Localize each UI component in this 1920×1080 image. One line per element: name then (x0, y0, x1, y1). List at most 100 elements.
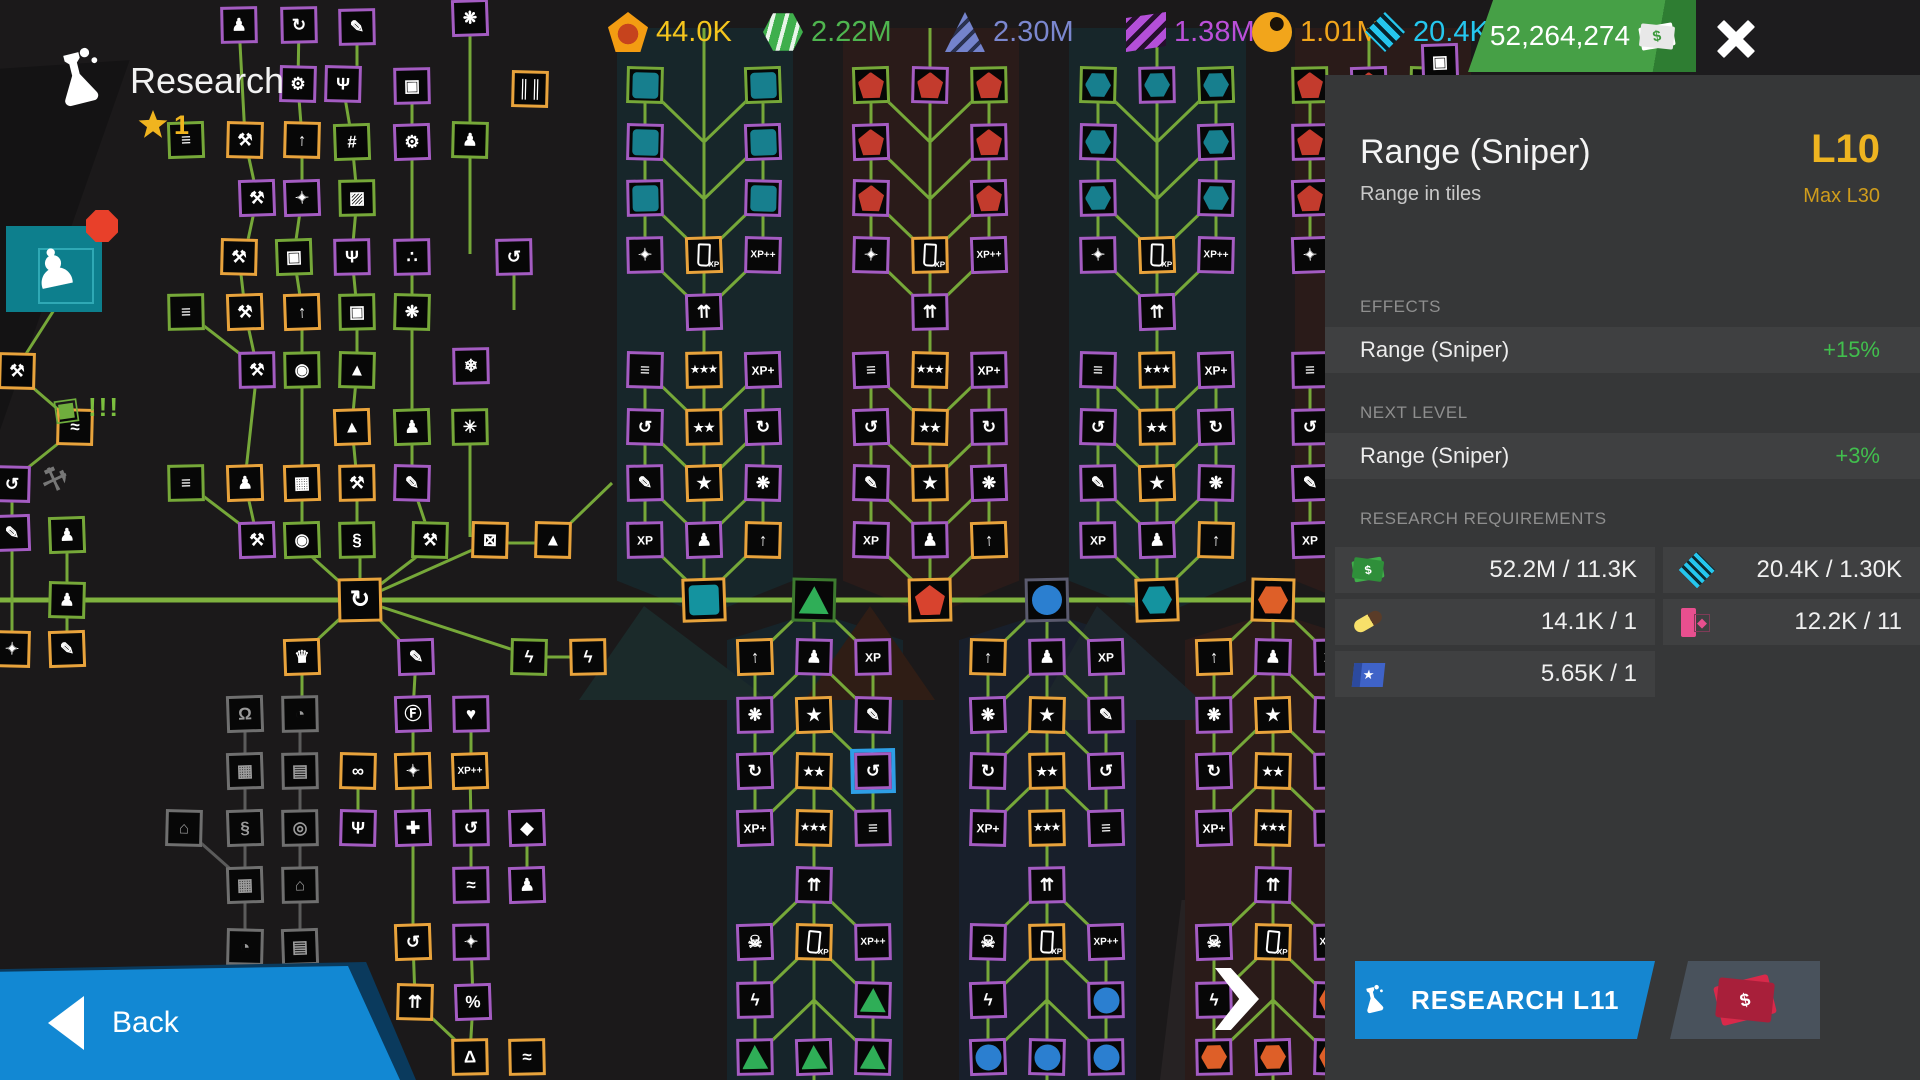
tree-node[interactable] (744, 66, 782, 104)
tree-node[interactable]: Ψ (339, 809, 377, 847)
milestone-node[interactable] (681, 577, 727, 623)
tree-node[interactable]: ◎ (281, 809, 319, 847)
tree-node[interactable]: ▨ (338, 179, 376, 217)
tree-node[interactable]: ✦ (283, 179, 321, 217)
tree-node[interactable]: ✎ (338, 8, 376, 46)
tree-node[interactable]: ϟ (510, 638, 548, 676)
tree-node[interactable]: ▣ (338, 293, 376, 331)
tree-node[interactable]: ♟ (220, 6, 258, 44)
tree-node[interactable]: ★ (1028, 696, 1066, 734)
tree-node[interactable] (1197, 66, 1235, 104)
tree-node[interactable] (852, 179, 890, 217)
tree-node[interactable]: ↺ (0, 465, 31, 503)
tree-node[interactable]: ✦ (852, 236, 890, 274)
tree-node[interactable]: ✎ (1087, 696, 1125, 734)
tree-node[interactable] (854, 1038, 892, 1076)
tree-node[interactable]: ↑ (969, 638, 1007, 676)
tree-node[interactable]: ↻ (280, 6, 318, 44)
tree-node[interactable]: XP (852, 521, 890, 559)
tree-node[interactable]: ✦ (452, 923, 490, 961)
tree-node[interactable]: XP++ (744, 236, 782, 274)
tree-node[interactable] (1291, 123, 1329, 161)
tree-node[interactable] (852, 123, 890, 161)
tree-node[interactable]: ✦ (0, 630, 31, 668)
tree-node[interactable]: ≡ (167, 293, 205, 331)
tree-node[interactable]: ▲ (338, 351, 376, 389)
tree-node[interactable]: XP++ (451, 752, 489, 790)
tree-node[interactable]: ↑ (1197, 521, 1235, 559)
tree-node[interactable]: ★★★ (1254, 809, 1292, 847)
tree-node[interactable]: ★★ (795, 752, 833, 790)
tree-node[interactable]: ↺ (1291, 408, 1329, 446)
tree-node[interactable]: XP (1087, 638, 1125, 676)
tree-node[interactable] (1254, 1038, 1292, 1076)
tree-node[interactable] (626, 123, 664, 161)
tree-node[interactable]: ★★ (685, 408, 723, 446)
tree-node[interactable]: ⇈ (795, 866, 833, 904)
milestone-node[interactable] (908, 578, 953, 623)
tree-node[interactable]: ★★★ (795, 809, 833, 847)
tree-node[interactable]: ♟ (1138, 521, 1176, 559)
tree-node[interactable]: Ⓕ (394, 695, 432, 733)
tree-node[interactable]: ⚙ (393, 123, 431, 161)
tree-node[interactable]: ↑ (1195, 638, 1233, 676)
tree-node[interactable]: ↺ (852, 408, 890, 446)
tree-node[interactable] (854, 981, 892, 1019)
tree-node[interactable]: ✦ (1291, 236, 1329, 274)
tree-node[interactable] (1291, 179, 1329, 217)
tree-node[interactable]: ⚒ (220, 238, 258, 276)
tree-node[interactable]: ♥ (452, 695, 490, 733)
tree-node[interactable]: ↑ (283, 121, 321, 159)
tree-node[interactable]: ▲ (534, 521, 572, 559)
tree-node[interactable]: ϟ (1195, 981, 1233, 1019)
tree-node[interactable]: ⚒ (411, 521, 449, 559)
tree-node[interactable]: ϟ (736, 981, 774, 1019)
tree-node[interactable]: Ψ (324, 65, 362, 103)
tree-node[interactable]: ❋ (736, 696, 774, 734)
tree-node[interactable]: ≡ (852, 351, 890, 389)
research-ticket-plate[interactable]: $ (1670, 961, 1820, 1039)
tree-node[interactable]: § (226, 809, 264, 847)
tree-node[interactable] (744, 179, 782, 217)
tree-node[interactable]: ✎ (1291, 464, 1329, 502)
tree-node[interactable] (1079, 123, 1117, 161)
tree-node[interactable]: ↺ (854, 752, 892, 790)
tree-node[interactable]: ★ (1138, 464, 1176, 502)
tree-node[interactable]: ★★ (1254, 752, 1292, 790)
tree-node[interactable]: ↻ (1195, 752, 1233, 790)
tree-node[interactable]: ↑ (744, 521, 782, 559)
tree-node[interactable] (1087, 1038, 1125, 1076)
tree-node[interactable]: ★★ (1138, 408, 1176, 446)
tree-node[interactable]: ★ (1254, 696, 1292, 734)
tree-node[interactable] (970, 66, 1008, 104)
tree-node[interactable]: ⇈ (911, 293, 949, 331)
tree-node[interactable]: ▤ (281, 752, 319, 790)
tree-node[interactable] (1197, 123, 1235, 161)
tree-node[interactable]: ≡ (854, 809, 892, 847)
tree-node[interactable]: ☠ (969, 923, 1007, 961)
tree-node[interactable]: ⌂ (281, 866, 319, 904)
tree-node[interactable]: ♟ (48, 581, 86, 619)
tree-node[interactable]: ↺ (495, 238, 533, 276)
tree-node[interactable]: XP++ (854, 923, 892, 961)
tree-node[interactable] (1254, 923, 1292, 961)
tree-node[interactable]: XP+ (969, 809, 1007, 847)
tree-node[interactable] (626, 179, 664, 217)
tree-node[interactable]: ★★★ (685, 351, 723, 389)
tree-node[interactable] (1028, 1038, 1066, 1076)
tree-node[interactable]: ↑ (283, 293, 321, 331)
tree-node[interactable]: ≡ (1291, 351, 1329, 389)
research-button[interactable]: RESEARCH L11 (1355, 961, 1655, 1039)
tree-node[interactable]: ▦ (283, 464, 321, 502)
tree-node[interactable]: ↻ (744, 408, 782, 446)
tree-node[interactable]: ≡ (1079, 351, 1117, 389)
tree-node[interactable]: ▣ (393, 67, 431, 105)
tree-node[interactable]: ✎ (48, 630, 86, 668)
tree-node[interactable]: § (338, 521, 376, 559)
tree-node[interactable]: ✎ (1079, 464, 1117, 502)
tree-node[interactable]: ↑ (736, 638, 774, 676)
workshop-badge[interactable]: ♟ (6, 226, 102, 312)
tree-node[interactable]: ◉ (283, 521, 321, 559)
tree-node[interactable] (852, 66, 890, 104)
tree-node[interactable]: ❄ (452, 347, 490, 385)
